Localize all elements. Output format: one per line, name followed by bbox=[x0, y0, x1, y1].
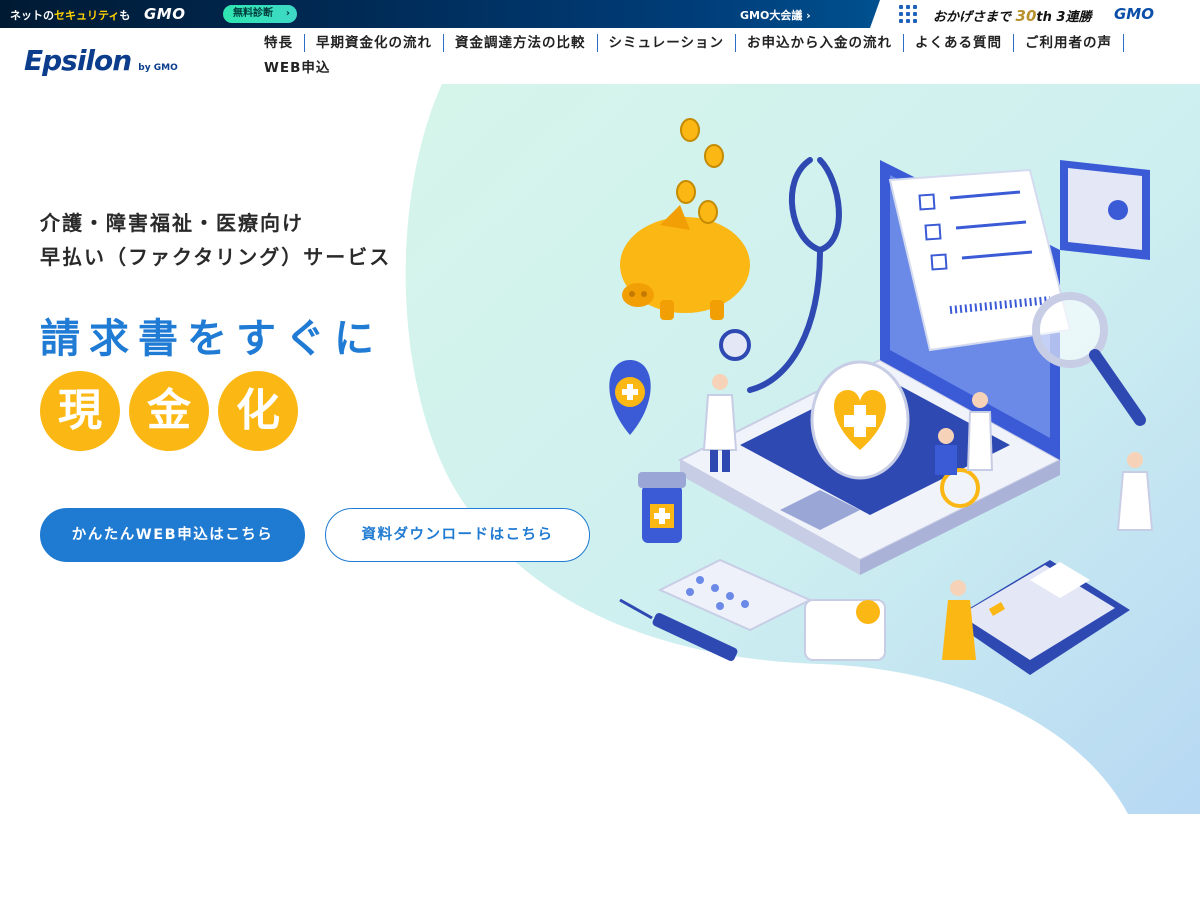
hero-lead: 介護・障害福祉・医療向け 早払い（ファクタリング）サービス bbox=[40, 206, 391, 274]
woman-figure-icon bbox=[942, 580, 976, 660]
calculator-icon bbox=[950, 560, 1130, 675]
hero-circle-char: 金 bbox=[129, 371, 209, 451]
security-promo-suffix: も bbox=[119, 9, 131, 22]
download-materials-button[interactable]: 資料ダウンロードはこちら bbox=[325, 508, 590, 562]
nav-item-early-funding-flow[interactable]: 早期資金化の流れ bbox=[305, 34, 444, 52]
gmo-bar-right: おかげさまで 30th 3連勝 GMO bbox=[870, 0, 1200, 28]
free-diagnosis-button[interactable]: 無料診断 › bbox=[223, 5, 297, 23]
global-nav: 特長 早期資金化の流れ 資金調達方法の比較 シミュレーション お申込から入金の流… bbox=[264, 34, 1184, 84]
gmo-logo-right[interactable]: GMO bbox=[1114, 5, 1154, 23]
hero-circle-char: 化 bbox=[218, 371, 298, 451]
nav-item-simulation[interactable]: シミュレーション bbox=[598, 34, 736, 52]
logo-by-gmo: by GMO bbox=[138, 63, 178, 73]
gmo-logo-left[interactable]: GMO bbox=[144, 5, 186, 23]
nav-item-web-apply[interactable]: WEB申込 bbox=[264, 59, 341, 77]
grid-menu-icon[interactable] bbox=[899, 5, 917, 23]
hero-lead-line1: 介護・障害福祉・医療向け bbox=[40, 211, 304, 235]
gmo-bar-left: ネットのセキュリティも GMO 無料診断 › GMO大会議 › bbox=[0, 0, 880, 28]
nav-item-testimonials[interactable]: ご利用者の声 bbox=[1014, 34, 1124, 52]
hero-circle-char: 現 bbox=[40, 371, 120, 451]
epsilon-logo[interactable]: Epsilon by GMO bbox=[24, 44, 178, 77]
anniversary-prefix: おかげさまで bbox=[933, 10, 1012, 25]
chat-bubble-icon bbox=[804, 599, 886, 661]
nav-item-comparison[interactable]: 資金調達方法の比較 bbox=[444, 34, 598, 52]
hero-catchphrase: 請求書をすぐに bbox=[40, 316, 383, 362]
coin-icon bbox=[676, 118, 724, 224]
medicine-bottle-icon bbox=[638, 472, 686, 543]
pills-sheet-icon bbox=[657, 558, 813, 632]
medical-finance-illustration bbox=[609, 118, 1154, 675]
id-card-icon bbox=[1060, 160, 1150, 260]
chevron-right-icon: › bbox=[285, 8, 290, 19]
anniversary-number: 30 bbox=[1015, 7, 1037, 25]
security-promo-prefix: ネットの bbox=[10, 9, 54, 22]
security-promo-text[interactable]: ネットのセキュリティも bbox=[10, 7, 130, 23]
web-apply-button[interactable]: かんたんWEB申込はこちら bbox=[40, 508, 305, 562]
nurse-figure-icon bbox=[1116, 452, 1154, 531]
anniversary-text: おかげさまで 30th 3連勝 bbox=[933, 6, 1091, 25]
gmo-group-bar: ネットのセキュリティも GMO 無料診断 › GMO大会議 › おかげさまで 3… bbox=[0, 0, 1200, 28]
medical-pin-icon bbox=[609, 360, 651, 435]
heart-plus-badge-icon bbox=[810, 360, 910, 480]
logo-wordmark: Epsilon bbox=[24, 44, 132, 77]
hero-lead-line2: 早払い（ファクタリング）サービス bbox=[40, 245, 392, 269]
piggy-bank-icon bbox=[620, 205, 750, 320]
security-promo-highlight: セキュリティ bbox=[54, 9, 120, 22]
free-diagnosis-label: 無料診断 bbox=[233, 8, 273, 19]
gmo-conference-link[interactable]: GMO大会議 › bbox=[740, 7, 811, 23]
hero-cash-circles: 現 金 化 bbox=[40, 371, 307, 451]
nav-item-application-flow[interactable]: お申込から入金の流れ bbox=[736, 34, 904, 52]
nav-item-faq[interactable]: よくある質問 bbox=[904, 34, 1014, 52]
anniversary-suffix: th 3連勝 bbox=[1036, 10, 1092, 25]
nav-item-features[interactable]: 特長 bbox=[264, 34, 305, 52]
